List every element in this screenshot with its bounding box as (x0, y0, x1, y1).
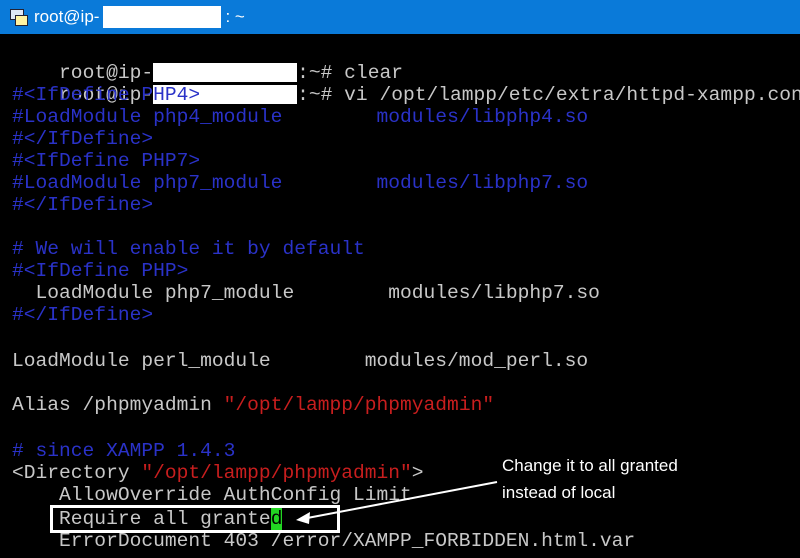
terminal-line: ErrorDocument 403 /error/XAMPP_FORBIDDEN… (12, 530, 636, 552)
terminal-line: #<IfDefine PHP> (12, 260, 189, 282)
terminal-line: #</IfDefine> (12, 194, 154, 216)
window-title-suffix: : ~ (225, 7, 245, 26)
config-text: <Directory (12, 462, 142, 484)
prompt-suffix: :~# (297, 84, 345, 106)
command-text: vi /opt/lampp/etc/extra/httpd-xampp.conf (344, 84, 800, 106)
config-text: modules/libphp4.so (376, 106, 589, 128)
terminal-line: AllowOverride AuthConfig Limit (12, 484, 412, 506)
terminal-line: #LoadModule php4_module modules/libphp4.… (12, 106, 588, 128)
terminal-line: #</IfDefine> (12, 304, 154, 326)
terminal-line: root@ip-:~# vi /opt/lampp/etc/extra/http… (12, 62, 800, 106)
terminal-line: Alias /phpmyadmin "/opt/lampp/phpmyadmin… (12, 394, 494, 416)
terminal-line: #</IfDefine> (12, 128, 154, 150)
terminal-line: # since XAMPP 1.4.3 (12, 440, 236, 462)
putty-icon[interactable] (8, 7, 28, 27)
terminal-line: LoadModule perl_module modules/mod_perl.… (12, 350, 589, 372)
terminal-line: LoadModule php7_module modules/libphp7.s… (12, 282, 600, 304)
config-text: > (411, 462, 424, 484)
redacted-hostname (103, 6, 222, 28)
annotation-line: Change it to all granted (502, 456, 678, 475)
config-text: modules/libphp7.so (376, 172, 589, 194)
terminal-line: root@ip-:~# clear (12, 40, 403, 84)
window-title-prefix: root@ip- (34, 7, 100, 26)
config-text: #LoadModule php4_module (12, 106, 377, 128)
highlight-box (50, 505, 340, 533)
annotation-callout: Change it to all granted instead of loca… (502, 452, 792, 506)
annotation-line: instead of local (502, 483, 616, 502)
terminal-line: #<IfDefine PHP4> (12, 84, 201, 106)
config-text: #LoadModule php7_module (12, 172, 377, 194)
terminal-line: #<IfDefine PHP7> (12, 150, 201, 172)
terminal-line: <Directory "/opt/lampp/phpmyadmin"> (12, 462, 424, 484)
terminal-line: #LoadModule php7_module modules/libphp7.… (12, 172, 588, 194)
config-string: "/opt/lampp/phpmyadmin" (141, 462, 412, 484)
terminal-line: # We will enable it by default (12, 238, 365, 260)
config-string: "/opt/lampp/phpmyadmin" (223, 394, 495, 416)
config-text: Alias /phpmyadmin (12, 394, 224, 416)
window-titlebar[interactable]: root@ip- : ~ (0, 0, 800, 34)
